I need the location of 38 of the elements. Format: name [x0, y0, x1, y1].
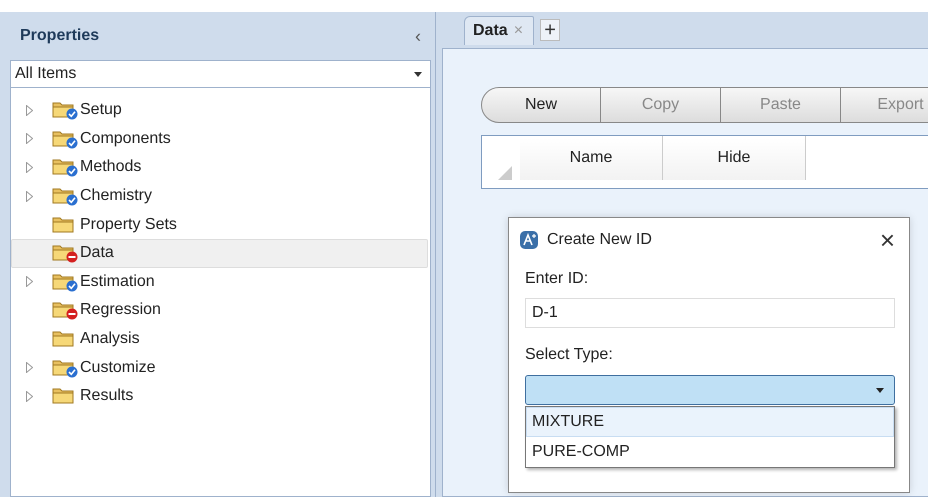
document-tab[interactable]: Data × [464, 16, 534, 45]
tree-item[interactable]: Setup [11, 96, 428, 125]
column-header[interactable]: Name [520, 136, 663, 180]
folder-check-icon [52, 100, 79, 120]
tree-item[interactable]: Estimation [11, 268, 428, 296]
field-label: Select Type: [525, 346, 614, 364]
collapse-button[interactable]: ‹ [409, 26, 427, 46]
type-dropdown[interactable] [525, 375, 895, 405]
app-logo-icon [520, 231, 538, 249]
tree-item[interactable]: Regression [11, 296, 428, 325]
id-input-field[interactable]: D-1 [525, 298, 895, 328]
dropdown-arrow-icon [414, 72, 422, 76]
folder-check-icon [52, 157, 79, 178]
folder-check-icon [52, 128, 79, 149]
tree-item[interactable]: Chemistry [11, 182, 428, 210]
tree-item[interactable]: Results [11, 382, 428, 411]
tree-item[interactable]: Analysis [11, 324, 428, 354]
field-label: Enter ID: [525, 270, 590, 288]
dropdown-option[interactable]: MIXTURE [526, 407, 894, 437]
close-button[interactable]: × [880, 224, 895, 256]
folder-check-icon [52, 272, 79, 292]
dialog-title: Create New ID [547, 231, 653, 249]
tree-item[interactable]: Methods [11, 153, 428, 182]
new-tab-button[interactable]: + [540, 19, 560, 41]
folder-stop-icon [52, 243, 79, 264]
tree-item[interactable]: Property Sets [11, 210, 428, 239]
tree-item[interactable]: Data [11, 238, 428, 268]
dropdown-arrow-icon [876, 388, 884, 392]
column-header[interactable]: Hide [663, 136, 806, 180]
folder-check-icon [52, 186, 79, 206]
tree-item[interactable]: Customize [11, 353, 428, 382]
toolbar-button[interactable]: New [481, 87, 601, 123]
folder-check-icon [52, 358, 79, 378]
panel-title: Properties [20, 27, 100, 45]
tree-item[interactable]: Components [11, 124, 428, 154]
filter-dropdown[interactable]: All Items [10, 60, 431, 88]
folder-stop-icon [52, 300, 79, 320]
dropdown-option[interactable]: PURE-COMP [526, 437, 894, 467]
